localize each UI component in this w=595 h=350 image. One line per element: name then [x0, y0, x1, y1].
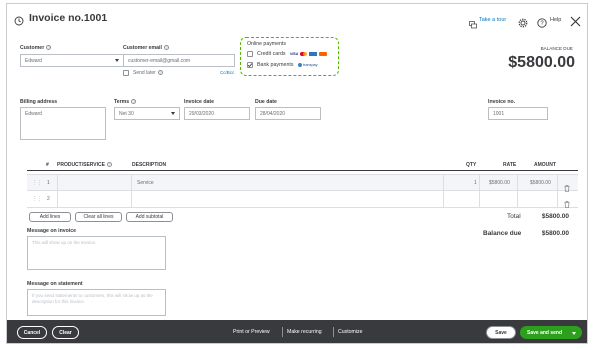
bank-payments-checkbox[interactable]	[247, 62, 253, 68]
chevron-down-icon	[115, 59, 119, 62]
help-icon[interactable]: ?	[106, 162, 112, 168]
col-header-description: DESCRIPTION	[132, 162, 167, 168]
invoice-date-field[interactable]: 29/03/2020	[184, 107, 250, 120]
message-invoice-placeholder: This will show up on the invoice.	[32, 240, 97, 245]
col-header-num: #	[46, 162, 49, 168]
message-statement-placeholder: If you send statements to customers, thi…	[32, 293, 153, 304]
drag-handle-icon[interactable]: ⋮⋮	[32, 180, 42, 186]
customer-select[interactable]: Edward	[20, 54, 124, 67]
help-icon[interactable]: ?	[131, 99, 137, 105]
row-number: 1	[47, 180, 50, 186]
make-recurring-link[interactable]: Make recurring	[287, 329, 322, 335]
balance-due-total-value: $5800.00	[541, 230, 569, 237]
balance-due-total-label: Balance due	[483, 230, 522, 237]
help-link[interactable]: Help	[550, 17, 561, 23]
message-statement-label: Message on statement	[27, 281, 83, 287]
take-tour-link[interactable]: Take a tour	[479, 17, 506, 23]
due-date-field[interactable]: 28/04/2020	[255, 107, 321, 120]
table-row[interactable]: ⋮⋮ 2	[27, 191, 578, 208]
col-header-rate: RATE	[503, 162, 517, 168]
col-header-qty: QTY	[466, 162, 477, 168]
card-logos: VISA	[290, 51, 328, 56]
line-items-table: # PRODUCT/SERVICE? DESCRIPTION QTY RATE …	[27, 157, 578, 208]
drag-handle-icon[interactable]: ⋮⋮	[32, 196, 42, 202]
credit-cards-checkbox[interactable]	[247, 51, 253, 57]
total-value: $5800.00	[541, 213, 569, 220]
cancel-button[interactable]: Cancel	[17, 326, 47, 339]
chevron-down-icon[interactable]	[572, 332, 576, 335]
clear-button[interactable]: Clear	[52, 326, 79, 339]
billing-address-value: Edward	[25, 111, 42, 117]
send-later-checkbox[interactable]	[123, 70, 129, 76]
row-rate[interactable]: $5800.00	[489, 180, 510, 186]
cc-bcc-link[interactable]: Cc/Bcc	[220, 70, 234, 75]
credit-cards-label: Credit cards	[257, 51, 286, 57]
message-invoice-label: Message on invoice	[27, 228, 77, 234]
bank-logo-icon	[298, 62, 302, 67]
gear-icon[interactable]	[518, 15, 528, 28]
billing-address-field[interactable]: Edward	[20, 107, 106, 140]
terms-value: Net 30	[119, 110, 134, 117]
bank-logo: transpay	[298, 62, 318, 67]
page-title: Invoice no.1001	[29, 12, 108, 24]
balance-due-amount: $5800.00	[508, 54, 575, 71]
svg-text:?: ?	[540, 21, 544, 27]
trash-icon[interactable]	[564, 179, 570, 192]
history-icon[interactable]	[14, 13, 24, 26]
help-icon[interactable]: ?	[537, 15, 547, 28]
print-preview-link[interactable]: Print or Preview	[233, 329, 270, 335]
invoice-window: Invoice no.1001 Take a tour ? Help Custo…	[6, 3, 588, 344]
due-date-label: Due date	[255, 99, 277, 105]
save-and-send-label: Save and send	[527, 329, 563, 336]
amex-icon	[309, 51, 318, 56]
trash-icon[interactable]	[564, 195, 570, 208]
table-row[interactable]: ⋮⋮ 1 Service 1 $5800.00 $5800.00	[27, 174, 578, 192]
message-statement-field[interactable]: If you send statements to customers, thi…	[27, 289, 166, 316]
help-icon[interactable]: ?	[163, 45, 169, 51]
visa-icon: VISA	[290, 51, 299, 56]
col-header-product: PRODUCT/SERVICE?	[57, 162, 112, 168]
close-icon[interactable]	[570, 14, 581, 27]
message-invoice-field[interactable]: This will show up on the invoice.	[27, 236, 166, 270]
tour-icon[interactable]	[469, 16, 477, 29]
save-and-send-button[interactable]: Save and send	[520, 326, 582, 339]
chevron-down-icon	[171, 112, 175, 115]
invoice-no-field[interactable]: 1001	[488, 107, 548, 120]
terms-label: Terms?	[114, 99, 137, 105]
customer-label: Customer?	[20, 45, 52, 51]
total-label: Total	[507, 213, 521, 220]
row-description[interactable]: Service	[137, 180, 154, 186]
row-amount[interactable]: $5800.00	[530, 180, 551, 186]
help-icon[interactable]: ?	[157, 70, 163, 76]
invoice-date-label: Invoice date	[184, 99, 214, 105]
customer-value: Edward	[25, 57, 42, 64]
online-payments-title: Online payments	[247, 41, 286, 47]
billing-address-label: Billing address	[20, 99, 58, 105]
terms-select[interactable]: Net 30	[114, 107, 180, 120]
customize-link[interactable]: Customize	[338, 329, 363, 335]
clear-lines-button[interactable]: Clear all lines	[75, 212, 122, 222]
email-label: Customer email?	[123, 45, 169, 51]
balance-due-label: BALANCE DUE	[540, 46, 573, 51]
send-later-label: Send later?	[133, 70, 163, 76]
add-subtotal-button[interactable]: Add subtotal	[126, 212, 173, 222]
mastercard-icon	[300, 51, 308, 56]
save-button[interactable]: Save	[486, 326, 516, 339]
bank-payments-label: Bank payments	[257, 62, 294, 68]
discover-icon	[319, 51, 328, 56]
table-header-row: # PRODUCT/SERVICE? DESCRIPTION QTY RATE …	[27, 157, 578, 171]
invoice-no-label: Invoice no.	[488, 99, 516, 105]
add-lines-button[interactable]: Add lines	[29, 212, 71, 222]
row-qty[interactable]: 1	[474, 180, 477, 186]
email-field[interactable]: customer-email@gmail.com	[123, 54, 235, 67]
row-number: 2	[47, 196, 50, 202]
help-icon[interactable]: ?	[46, 45, 52, 51]
col-header-amount: AMOUNT	[534, 162, 556, 168]
